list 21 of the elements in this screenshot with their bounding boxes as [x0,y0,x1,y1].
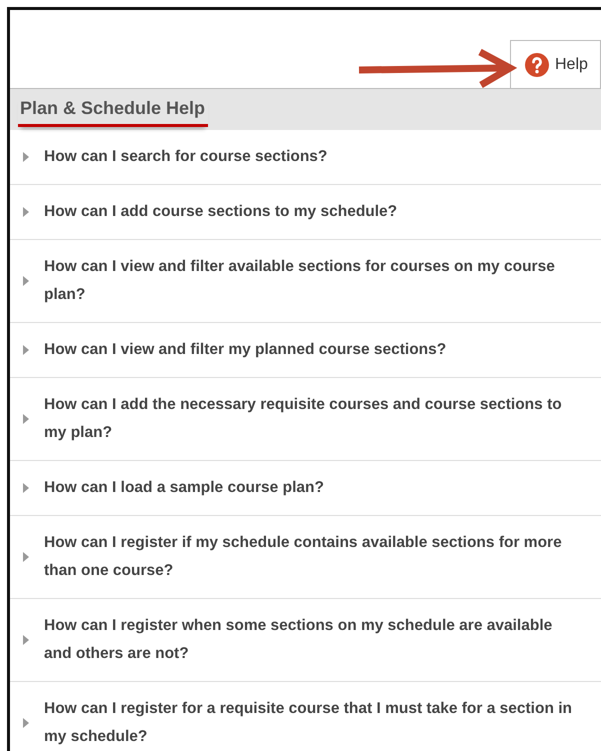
panel-title: Plan & Schedule Help [18,95,208,127]
expand-icon [22,483,30,493]
expand-icon [22,718,30,728]
question-item[interactable]: How can I register if my schedule contains available sections for more than one course? [10,516,601,599]
expand-icon [22,276,30,286]
question-item[interactable]: How can I view and filter my planned course sections? [10,323,601,378]
expand-icon [22,345,30,355]
question-item[interactable]: How can I search for course sections? [10,130,601,185]
question-item[interactable]: How can I add the necessary requisite courses and course sections to my plan? [10,378,601,461]
question-item[interactable]: How can I load a sample course plan? [10,461,601,516]
expand-icon [22,635,30,645]
question-item[interactable]: How can I register when some sections on my schedule are available and others are not? [10,599,601,682]
question-item[interactable]: How can I view and filter available sections for courses on my course plan? [10,240,601,323]
expand-icon [22,207,30,217]
question-item[interactable]: How can I register for a requisite course that I must take for a section in my schedule? [10,682,601,751]
expand-icon [22,152,30,162]
help-tab[interactable]: Help [510,40,601,88]
question-item[interactable]: How can I add course sections to my schedule? [10,185,601,240]
question-icon [525,52,549,76]
expand-icon [22,414,30,424]
expand-icon [22,552,30,562]
